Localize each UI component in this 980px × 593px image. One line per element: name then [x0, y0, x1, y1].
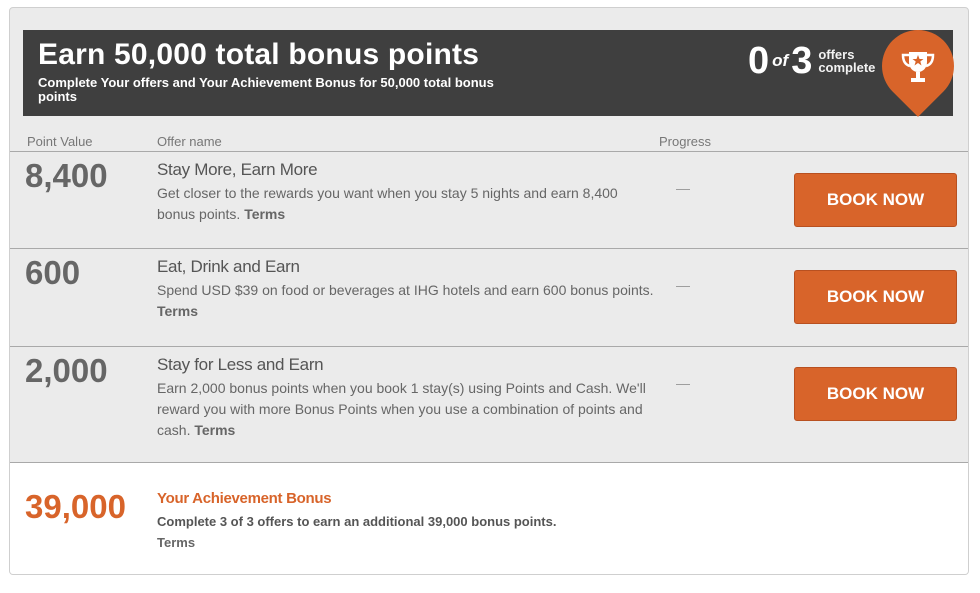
- offers-counter: 0 of 3 offers complete: [748, 41, 880, 81]
- offer-points: 600: [25, 254, 81, 291]
- offer-points: 2,000: [25, 352, 108, 389]
- offer-name: Stay More, Earn More: [157, 160, 318, 179]
- offer-name: Eat, Drink and Earn: [157, 257, 300, 276]
- column-point-value: Point Value: [27, 134, 93, 149]
- offers-panel: Earn 50,000 total bonus points Complete …: [9, 7, 969, 575]
- terms-link[interactable]: Terms: [157, 535, 195, 550]
- achievement-points: 39,000: [25, 488, 126, 525]
- header-subtitle: Complete Your offers and Your Achievemen…: [38, 75, 494, 104]
- terms-link[interactable]: Terms: [244, 206, 285, 222]
- achievement-name: Your Achievement Bonus: [157, 490, 332, 507]
- offer-row: 8,400 Stay More, Earn More Get closer to…: [10, 151, 968, 248]
- counter-of: of: [772, 51, 789, 70]
- counter-label: offers complete: [818, 47, 876, 75]
- achievement-description: Complete 3 of 3 offers to earn an additi…: [157, 511, 757, 553]
- offer-row: 600 Eat, Drink and Earn Spend USD $39 on…: [10, 248, 968, 346]
- offer-name: Stay for Less and Earn: [157, 355, 324, 374]
- achievement-description-text: Complete 3 of 3 offers to earn an additi…: [157, 514, 557, 529]
- offer-description-text: Spend USD $39 on food or beverages at IH…: [157, 282, 654, 298]
- offers-header: Earn 50,000 total bonus points Complete …: [23, 30, 953, 116]
- offer-description-text: Get closer to the rewards you want when …: [157, 185, 618, 222]
- offer-row: 2,000 Stay for Less and Earn Earn 2,000 …: [10, 346, 968, 462]
- trophy-icon: [901, 52, 935, 82]
- book-now-button[interactable]: BOOK NOW: [794, 367, 957, 421]
- column-headers: Point Value Offer name Progress: [10, 130, 968, 152]
- terms-link[interactable]: Terms: [157, 303, 198, 319]
- header-title: Earn 50,000 total bonus points: [38, 38, 480, 71]
- book-now-button[interactable]: BOOK NOW: [794, 173, 957, 227]
- offer-description: Get closer to the rewards you want when …: [157, 183, 657, 225]
- offer-progress: —: [676, 375, 690, 391]
- book-now-button[interactable]: BOOK NOW: [794, 270, 957, 324]
- column-offer-name: Offer name: [157, 134, 222, 149]
- terms-link[interactable]: Terms: [194, 422, 235, 438]
- offer-description: Earn 2,000 bonus points when you book 1 …: [157, 378, 657, 441]
- offer-progress: —: [676, 277, 690, 293]
- offer-description: Spend USD $39 on food or beverages at IH…: [157, 280, 657, 322]
- offer-points: 8,400: [25, 157, 108, 194]
- offer-progress: —: [676, 180, 690, 196]
- achievement-bonus-row: 39,000 Your Achievement Bonus Complete 3…: [10, 462, 968, 574]
- total-count: 3: [791, 40, 813, 82]
- column-progress: Progress: [659, 134, 712, 149]
- completed-count: 0: [748, 40, 770, 82]
